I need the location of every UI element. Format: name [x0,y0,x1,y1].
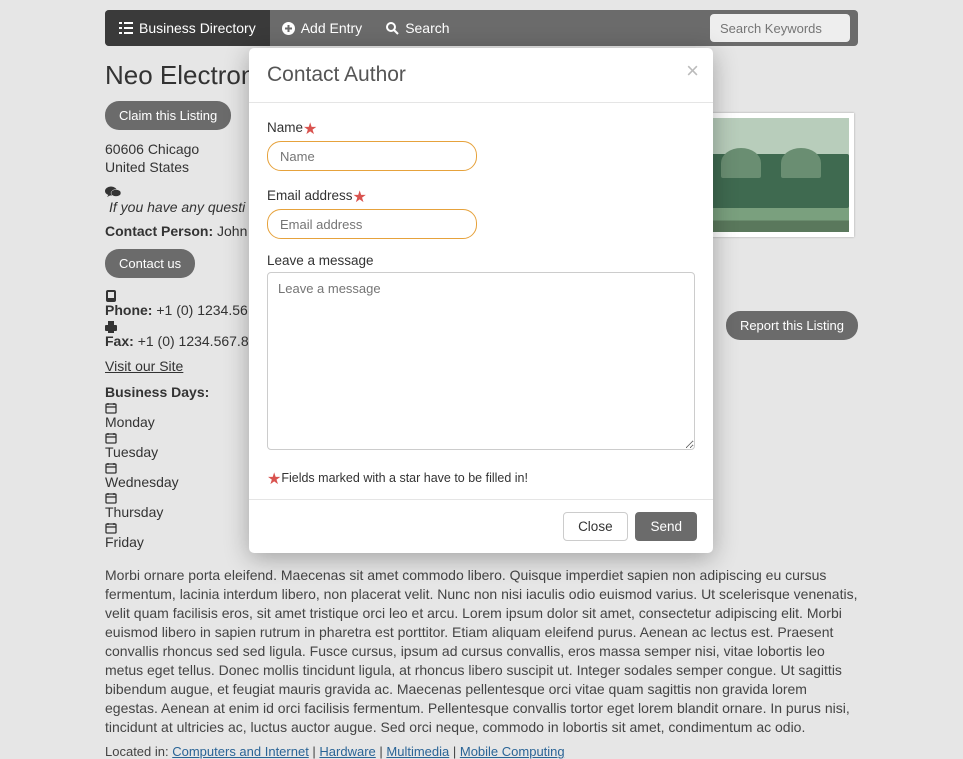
modal-close-footer-button[interactable]: Close [563,512,628,541]
required-star-icon: ★ [303,121,317,138]
message-textarea[interactable] [267,272,695,450]
category-link[interactable]: Hardware [319,744,375,759]
bday-value: Monday [105,414,155,430]
listing-description: Morbi ornare porta eleifend. Maecenas si… [105,566,858,736]
nav-business-directory[interactable]: Business Directory [105,10,270,46]
name-input[interactable] [267,141,477,171]
nav-search[interactable]: Search [374,10,461,46]
plus-circle-icon [282,22,295,35]
contact-author-modal: Contact Author × Name★ Email address★ Le… [249,48,713,553]
nav-add-entry[interactable]: Add Entry [270,10,374,46]
fax-label: Fax: [105,333,134,349]
modal-close-button[interactable]: × [686,60,699,82]
phone-value: +1 (0) 1234.56 [156,302,247,318]
email-input[interactable] [267,209,477,239]
nav-add-entry-label: Add Entry [301,20,362,36]
message-label: Leave a message [267,253,695,268]
fax-value: +1 (0) 1234.567.8 [138,333,249,349]
required-star-icon: ★ [353,189,367,206]
located-in-label: Located in: [105,744,169,759]
phone-label: Phone: [105,302,152,318]
search-input[interactable] [710,14,850,42]
located-in: Located in: Computers and Internet | Har… [105,744,858,759]
nav-bd-label: Business Directory [139,20,256,36]
nav-search-label: Search [405,20,449,36]
name-label: Name★ [267,117,695,137]
bday-value: Tuesday [105,444,158,460]
contact-person-label: Contact Person: [105,223,213,239]
bday-value: Wednesday [105,474,179,490]
category-link[interactable]: Multimedia [386,744,449,759]
contact-us-button[interactable]: Contact us [105,249,195,278]
main-navbar: Business Directory Add Entry Search [105,10,858,46]
listing-image [696,113,854,237]
claim-listing-button[interactable]: Claim this Listing [105,101,231,130]
modal-title: Contact Author [267,63,695,87]
bday-value: Thursday [105,504,163,520]
required-star-icon: ★ [267,471,281,488]
search-icon [386,22,399,35]
category-link[interactable]: Computers and Internet [172,744,309,759]
email-label: Email address★ [267,185,695,205]
send-button[interactable]: Send [635,512,697,541]
report-listing-button[interactable]: Report this Listing [726,311,858,340]
bday-value: Friday [105,534,144,550]
required-note: Fields marked with a star have to be fil… [281,471,528,485]
question-text: If you have any questi [109,199,245,215]
list-icon [119,22,133,34]
category-link[interactable]: Mobile Computing [460,744,565,759]
visit-site-link[interactable]: Visit our Site [105,358,183,374]
